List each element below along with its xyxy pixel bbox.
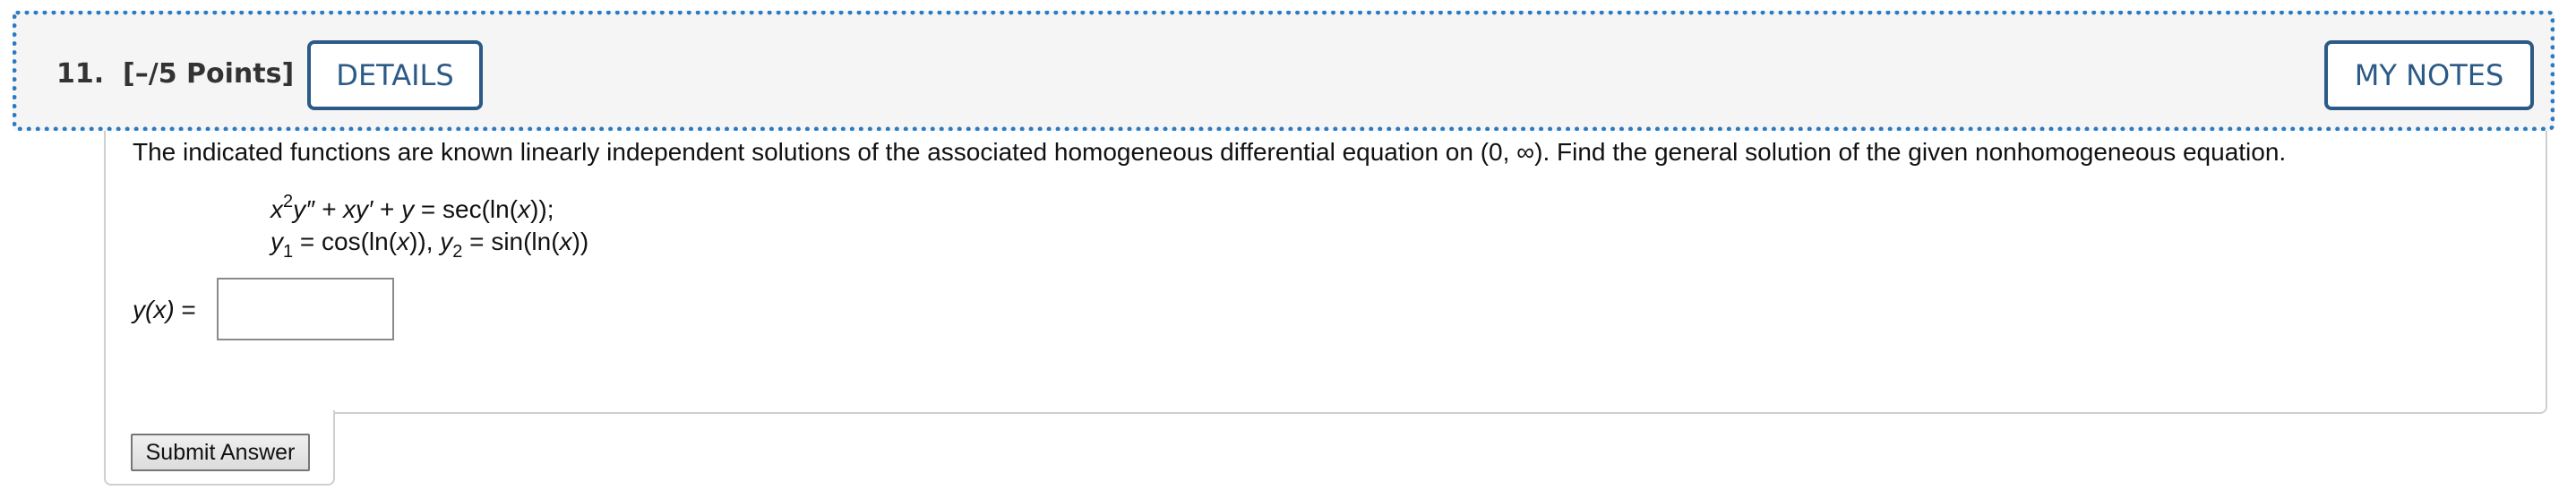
question-points: [–/5 Points] [123, 58, 295, 90]
submit-answer-button[interactable]: Submit Answer [131, 434, 310, 471]
question-body [104, 131, 2547, 414]
question-header: 11. [–/5 Points] DETAILS MY NOTES [13, 11, 2555, 131]
answer-label: y(x) = [133, 296, 196, 323]
details-button[interactable]: DETAILS [307, 40, 483, 110]
question-number: 11. [56, 58, 105, 90]
question-prompt: The indicated functions are known linear… [133, 138, 2287, 166]
answer-input[interactable] [217, 278, 394, 340]
solutions-line: y1 = cos(ln(x)), y2 = sin(ln(x)) [270, 228, 589, 262]
my-notes-button[interactable]: MY NOTES [2324, 40, 2534, 110]
question-title: 11. [–/5 Points] [56, 58, 294, 90]
equation-line: x2y″ + xy′ + y = sec(ln(x)); [270, 192, 554, 223]
